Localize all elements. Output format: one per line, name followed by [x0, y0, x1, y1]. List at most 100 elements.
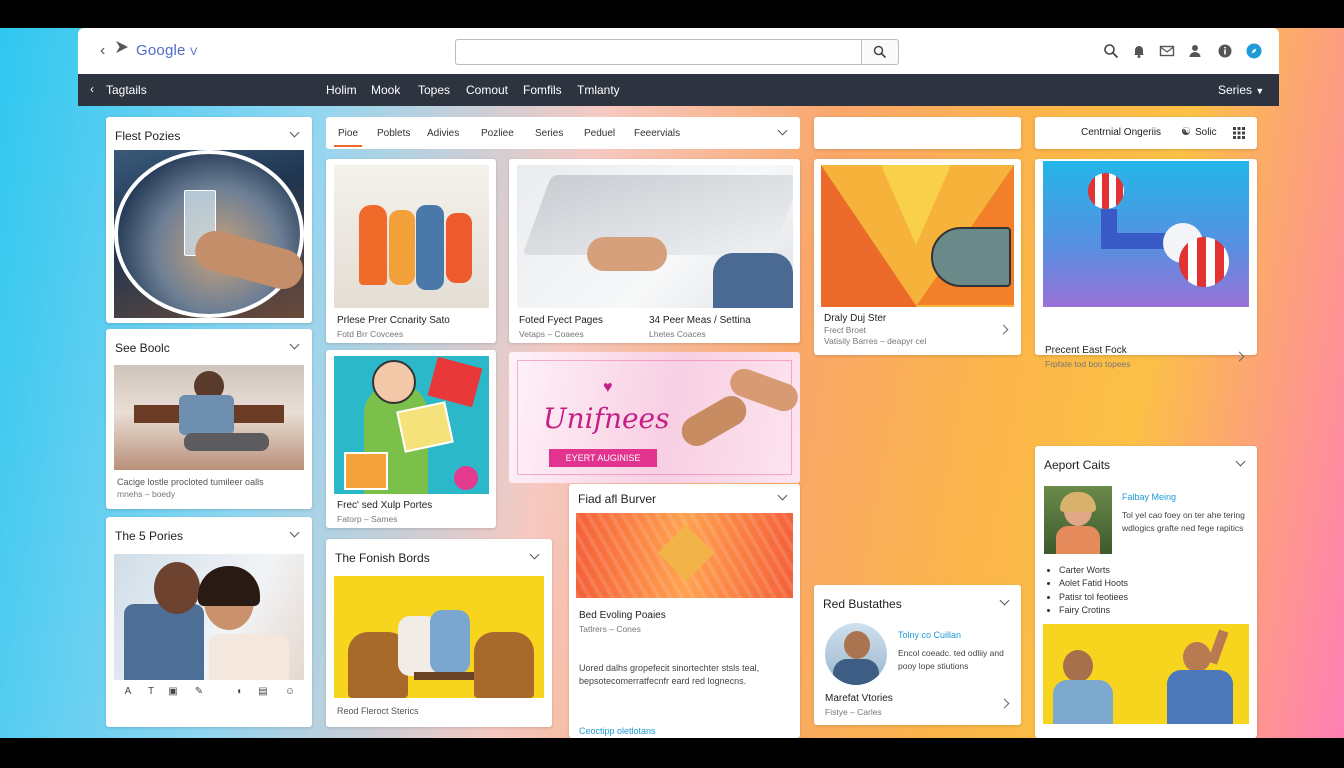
geometric-room-image: [821, 165, 1014, 307]
list-item: Aolet Fatid Hoots: [1059, 577, 1128, 590]
menu-item-topes[interactable]: Topes: [418, 83, 450, 97]
card-precent-east[interactable]: Precent East Fock Frpfate tod boo topees: [1035, 159, 1257, 369]
card-subcaption: Fatorp – Sames: [337, 514, 398, 524]
chevron-down-icon[interactable]: [529, 549, 540, 560]
banner-cta-button[interactable]: EYERT AUGINISE: [549, 449, 657, 467]
card-subcaption-secondary: Lhetes Coaces: [649, 329, 706, 339]
chevron-left-icon[interactable]: ‹: [90, 82, 94, 96]
card-frec-sed[interactable]: Frec' sed Xulp Portes Fatorp – Sames: [326, 350, 496, 528]
lock-icon: ☯: [1181, 126, 1191, 138]
chevron-right-icon[interactable]: [1234, 351, 1245, 362]
card-subcaption: Tatlrers – Cones: [579, 624, 641, 634]
chevron-down-icon[interactable]: [1235, 456, 1246, 467]
image-icon[interactable]: ▣: [166, 686, 180, 697]
card-subcaption: mnehs – boedy: [117, 489, 176, 499]
chevron-down-icon[interactable]: [289, 339, 300, 350]
card-subcaption: Frect Broet: [824, 325, 867, 335]
bold-icon[interactable]: A: [121, 686, 135, 697]
glass-photo: [114, 150, 304, 318]
info-icon[interactable]: [1217, 43, 1233, 59]
card-link[interactable]: Tolny co Cuillan: [898, 630, 961, 640]
search-icon: [873, 45, 887, 59]
tab-feeervials[interactable]: Feeervials: [634, 128, 680, 139]
card-caption: Bed Evoling Poaies: [579, 610, 666, 621]
tab-peduel[interactable]: Peduel: [584, 128, 615, 139]
pen-icon[interactable]: ✎: [192, 686, 206, 697]
logo[interactable]: Google V: [136, 42, 198, 59]
tab-adivies[interactable]: Adivies: [427, 128, 459, 139]
menu-item-holim[interactable]: Holim: [326, 83, 357, 97]
card-draly-duj-ster[interactable]: Draly Duj Ster Frect Broet Vatisily Barr…: [814, 159, 1021, 355]
card-caption: Cacige lostle procloted tumileer oalls: [117, 477, 264, 487]
active-tab-indicator: [334, 145, 362, 147]
brush-icon[interactable]: ◖: [232, 686, 246, 697]
menu-back-label[interactable]: Tagtails: [106, 83, 147, 97]
mail-icon[interactable]: [1159, 43, 1175, 59]
grid-icon[interactable]: [1233, 127, 1245, 139]
card-caption: Frec' sed Xulp Portes: [337, 500, 433, 511]
couple-photo: [114, 554, 304, 680]
card-placeholder: [814, 117, 1021, 149]
search-input[interactable]: [455, 39, 899, 65]
card-the-5-pories[interactable]: The 5 Pories A T ▣ ✎ ◖ ▤ ☺: [106, 517, 312, 727]
card-flest-pozies[interactable]: Flest Pozies: [106, 117, 312, 323]
compass-icon[interactable]: [1246, 43, 1262, 59]
search-button[interactable]: [861, 39, 899, 65]
flame-icon: ♥: [603, 379, 613, 396]
tab-poblets[interactable]: Poblets: [377, 128, 410, 139]
card-subcaption: Vetaps – Coaees: [519, 329, 584, 339]
right-header-bar: Centrnial Ongeriis ☯ Solic: [1035, 117, 1257, 149]
profile-photo: [1044, 486, 1112, 554]
back-icon[interactable]: ‹: [100, 42, 105, 60]
abstract-orange-image: [576, 513, 793, 598]
browser-toolbar: ‹ Google V: [78, 28, 1279, 74]
emoji-icon[interactable]: ☺: [283, 686, 297, 697]
card-the-fonish-bords[interactable]: The Fonish Bords Reod Fleroct Sterics: [326, 539, 552, 727]
chevron-down-icon[interactable]: [999, 595, 1010, 606]
chevron-down-icon[interactable]: [289, 127, 300, 138]
menu-item-fomfils[interactable]: Fomfils: [523, 83, 562, 97]
card-aeport-caits[interactable]: Aeport Caits Falbay Meing Tol yel cao fo…: [1035, 446, 1257, 738]
chevron-right-icon[interactable]: [998, 324, 1009, 335]
card-subcaption: Fotd Brr Covcees: [337, 329, 404, 339]
menu-item-tmlanty[interactable]: Tmlanty: [577, 83, 620, 97]
menu-item-mook[interactable]: Mook: [371, 83, 400, 97]
card-link[interactable]: Ceoctipp oletlotans: [579, 726, 656, 736]
friends-yellow-photo: [1043, 624, 1249, 724]
chevron-down-icon[interactable]: [289, 527, 300, 538]
card-caption: Draly Duj Ster: [824, 313, 887, 324]
man-desk-photo: [114, 365, 304, 470]
text-icon[interactable]: T: [144, 686, 158, 697]
user-icon[interactable]: [1187, 43, 1203, 59]
caret-down-icon: ▼: [1255, 86, 1265, 96]
tab-pozliee[interactable]: Pozliee: [481, 128, 514, 139]
balloon-toy-image: [1043, 161, 1249, 307]
card-fiad-afl-burver[interactable]: Fiad afl Burver Bed Evoling Poaies Tatlr…: [569, 484, 800, 738]
card-red-bustathes[interactable]: Red Bustathes Tolny co Cuillan Encol coe…: [814, 585, 1021, 725]
card-prlese-prer[interactable]: Prlese Prer Ccnarity Sato Fotd Brr Covce…: [326, 159, 496, 343]
tab-series[interactable]: Series: [535, 128, 563, 139]
tab-pioe[interactable]: Pioe: [338, 128, 358, 139]
cartoon-collage-image: [334, 356, 489, 494]
group-dance-photo: [334, 165, 489, 308]
layers-icon[interactable]: ▤: [256, 686, 270, 697]
header-button[interactable]: Solic: [1195, 127, 1217, 138]
series-dropdown[interactable]: Series ▼: [1218, 83, 1264, 97]
forward-icon[interactable]: [116, 41, 128, 53]
header-label[interactable]: Centrnial Ongeriis: [1081, 127, 1161, 138]
search-icon[interactable]: [1103, 43, 1119, 59]
promo-banner[interactable]: Unifnees ♥ EYERT AUGINISE: [509, 352, 800, 483]
bell-icon[interactable]: [1131, 43, 1147, 59]
card-foted-fyect[interactable]: Foted Fyect Pages Vetaps – Coaees 34 Pee…: [509, 159, 800, 343]
nav-menu-bar: ‹ Tagtails Holim Mook Topes Comout Fomfi…: [78, 74, 1279, 106]
chevron-down-icon[interactable]: [777, 490, 788, 501]
hands-photo: [676, 364, 800, 462]
chevron-down-icon[interactable]: [777, 125, 788, 136]
menu-item-comout[interactable]: Comout: [466, 83, 508, 97]
card-link[interactable]: Falbay Meing: [1122, 492, 1176, 502]
card-see-boolc[interactable]: See Boolc Cacige lostle procloted tumile…: [106, 329, 312, 509]
card-body-text: Uored dalhs gropefecit sinortechter stsl…: [579, 663, 760, 686]
app-window: ‹ Google V ‹ Tagtails Holim Mook Topes C…: [0, 28, 1344, 738]
chevron-right-icon[interactable]: [999, 698, 1010, 709]
card-title: Flest Pozies: [115, 129, 181, 143]
